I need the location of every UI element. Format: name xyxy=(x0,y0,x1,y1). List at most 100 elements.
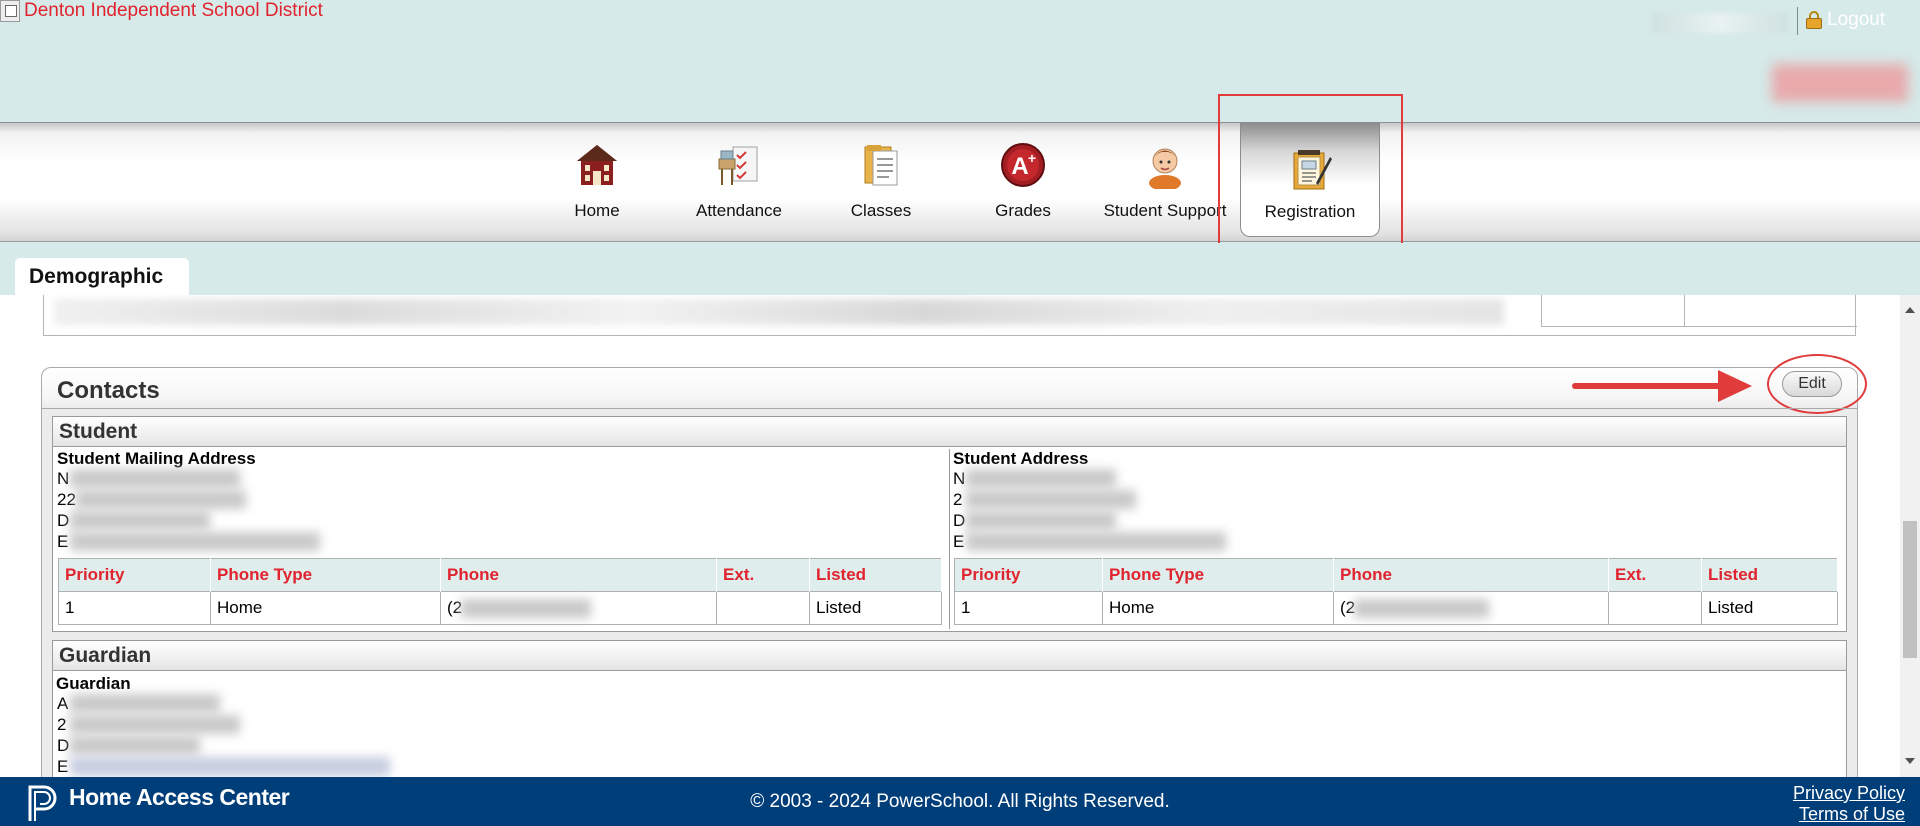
copyright-text: © 2003 - 2024 PowerSchool. All Rights Re… xyxy=(750,791,1170,812)
table-row: 1 Home (2 Listed xyxy=(58,591,942,625)
column-header: Priority xyxy=(954,558,1103,592)
tab-demographic[interactable]: Demographic xyxy=(15,258,189,295)
svg-text:A: A xyxy=(1011,153,1028,180)
district-logo-link[interactable]: Denton Independent School District xyxy=(0,0,323,22)
mailing-address-title: Student Mailing Address xyxy=(57,449,256,468)
guardian-panel: Guardian Guardian A 2 D E xyxy=(52,640,1847,777)
nav-registration-label: Registration xyxy=(1264,202,1356,221)
column-header: Listed xyxy=(809,558,942,592)
phone-type: Home xyxy=(210,591,441,625)
broken-image-icon xyxy=(0,0,20,22)
address-line: D xyxy=(952,511,1846,532)
phone-priority: 1 xyxy=(954,591,1103,625)
house-icon xyxy=(577,145,617,185)
nav-home-label: Home xyxy=(574,201,620,220)
content-area: Contacts Edit Student Student Mailing Ad… xyxy=(0,295,1920,777)
column-header: Priority xyxy=(58,558,211,592)
column-header: Phone xyxy=(1333,558,1609,592)
vertical-scrollbar[interactable] xyxy=(1900,295,1920,777)
column-header: Phone xyxy=(440,558,717,592)
previous-section-remnant xyxy=(43,295,1857,336)
folder-icon xyxy=(864,145,898,186)
nav-classes[interactable]: Classes xyxy=(811,123,951,243)
district-name: Denton Independent School District xyxy=(24,0,323,21)
address-line: E xyxy=(56,757,1846,777)
address-line: D xyxy=(56,511,950,532)
phone-type: Home xyxy=(1102,591,1334,625)
logout-button[interactable]: Logout xyxy=(1806,9,1885,31)
contacts-section: Contacts Edit Student Student Mailing Ad… xyxy=(41,354,1867,777)
table-divider xyxy=(1684,295,1685,327)
footer: Home Access Center © 2003 - 2024 PowerSc… xyxy=(0,777,1920,826)
address-line: E xyxy=(56,532,950,553)
privacy-policy-link[interactable]: Privacy Policy xyxy=(1793,783,1905,804)
table-divider xyxy=(1541,326,1857,327)
phone-listed: Listed xyxy=(809,591,942,625)
column-divider xyxy=(949,449,950,629)
guardian-address: A 2 D E xyxy=(53,694,1846,777)
nav-student-support[interactable]: Student Support xyxy=(1095,123,1235,243)
nav-classes-label: Classes xyxy=(850,201,912,220)
nav-student-support-label: Student Support xyxy=(1103,201,1227,220)
mailing-phone-table: Priority Phone Type Phone Ext. Listed 1 … xyxy=(58,558,942,625)
guardian-panel-title: Guardian xyxy=(53,641,1846,671)
address-line: D xyxy=(56,736,1846,757)
logout-label: Logout xyxy=(1827,9,1886,30)
student-icon xyxy=(1149,148,1181,189)
guardian-subtitle: Guardian xyxy=(56,674,131,693)
phone-listed: Listed xyxy=(1701,591,1838,625)
column-header: Ext. xyxy=(1608,558,1702,592)
checklist-icon xyxy=(718,146,758,185)
address-line: A xyxy=(56,694,1846,715)
column-header: Phone Type xyxy=(1102,558,1334,592)
student-address: Student Address N 2 D E xyxy=(952,449,1846,553)
student-mailing-address: Student Mailing Address N 22 D E xyxy=(56,449,950,553)
phone-number: (2 xyxy=(1333,591,1609,625)
divider xyxy=(42,408,1857,409)
contacts-title: Contacts xyxy=(57,377,160,404)
registration-clipboard-icon xyxy=(1293,150,1332,190)
address-line: 22 xyxy=(56,490,950,511)
column-header: Listed xyxy=(1701,558,1838,592)
lock-icon xyxy=(1806,11,1822,29)
nav-grades-label: Grades xyxy=(995,201,1051,220)
header-divider xyxy=(1797,7,1798,35)
scroll-down-arrow-icon[interactable] xyxy=(1905,758,1915,764)
user-name-redacted xyxy=(1652,13,1788,33)
student-panel-title: Student xyxy=(53,417,1846,447)
table-divider xyxy=(1541,295,1542,327)
column-header: Ext. xyxy=(716,558,810,592)
address-line: 2 xyxy=(56,715,1846,736)
scroll-thumb[interactable] xyxy=(1903,521,1917,658)
address-line: N xyxy=(952,469,1846,490)
redacted-row xyxy=(54,299,1504,325)
address-line: N xyxy=(56,469,950,490)
svg-text:+: + xyxy=(1028,150,1036,166)
student-address-title: Student Address xyxy=(953,449,1089,468)
nav-attendance-label: Attendance xyxy=(695,201,782,220)
nav-grades[interactable]: A + Grades xyxy=(953,123,1093,243)
address-phone-table: Priority Phone Type Phone Ext. Listed 1 … xyxy=(954,558,1838,625)
column-header: Phone Type xyxy=(210,558,441,592)
nav-attendance[interactable]: Attendance xyxy=(669,123,809,243)
table-row: 1 Home (2 Listed xyxy=(954,591,1838,625)
address-line: E xyxy=(952,532,1846,553)
arrow-head-annotation xyxy=(1718,370,1752,402)
nav-home[interactable]: Home xyxy=(527,123,667,243)
student-panel: Student Student Mailing Address N 22 D E… xyxy=(52,416,1847,632)
phone-number: (2 xyxy=(440,591,717,625)
app-header: Denton Independent School District Logou… xyxy=(0,0,1920,122)
scroll-up-arrow-icon[interactable] xyxy=(1905,307,1915,313)
tab-strip: Demographic xyxy=(0,243,1920,295)
nav-registration[interactable]: Registration xyxy=(1240,123,1380,237)
phone-ext xyxy=(1608,591,1702,625)
phone-priority: 1 xyxy=(58,591,211,625)
phone-ext xyxy=(716,591,810,625)
edit-button[interactable]: Edit xyxy=(1782,371,1842,397)
terms-of-use-link[interactable]: Terms of Use xyxy=(1799,804,1905,825)
main-nav: Home Attendance Classes A + Grades Stude… xyxy=(0,122,1920,242)
student-selector-redacted[interactable] xyxy=(1772,64,1908,102)
grade-a-plus-icon: A + xyxy=(1001,143,1045,187)
table-header-row: Priority Phone Type Phone Ext. Listed xyxy=(58,558,942,592)
table-header-row: Priority Phone Type Phone Ext. Listed xyxy=(954,558,1838,592)
